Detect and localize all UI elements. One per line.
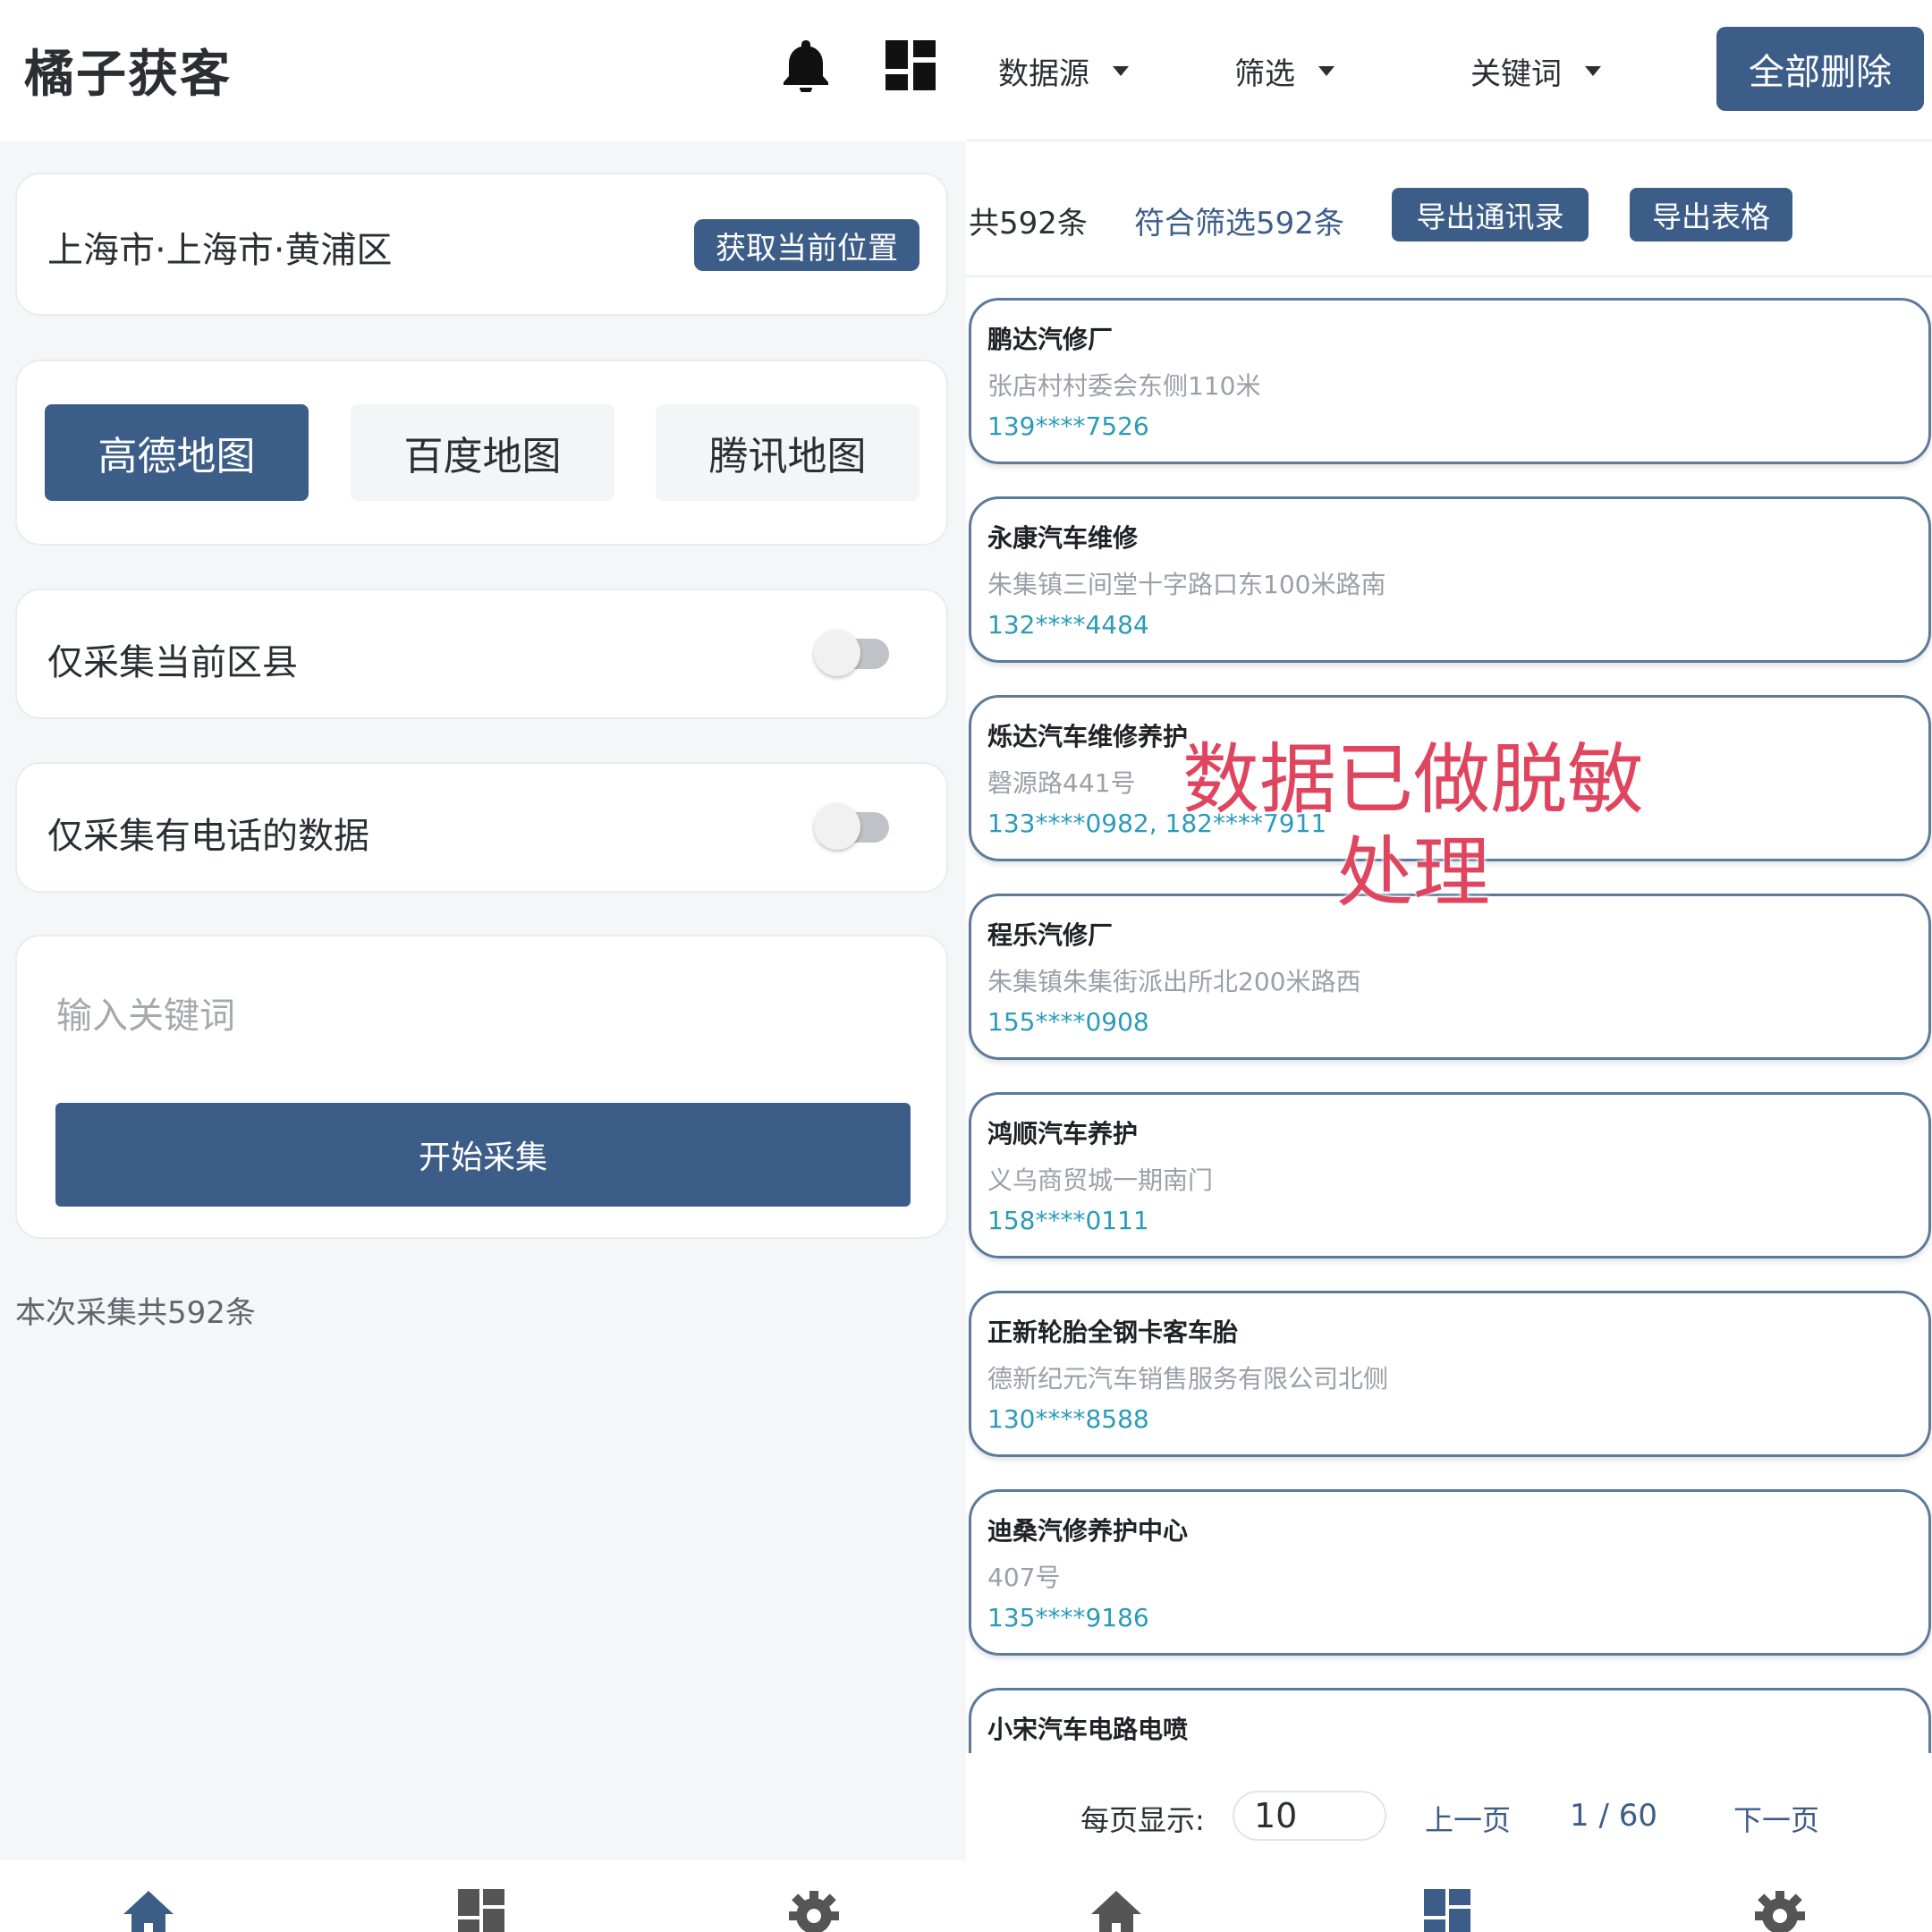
per-page-input[interactable]: 10	[1233, 1791, 1386, 1841]
item-address: 张店村村委会东侧110米	[987, 371, 1261, 401]
start-collect-button[interactable]: 开始采集	[55, 1103, 911, 1207]
toggle-label-district: 仅采集当前区县	[47, 642, 298, 683]
filter-bar: 数据源 筛选 关键词 全部删除	[966, 0, 1932, 141]
item-name: 程乐汽修厂	[987, 920, 1114, 950]
dashboard-icon[interactable]	[454, 1887, 508, 1932]
gear-icon[interactable]	[787, 1887, 841, 1932]
get-location-button[interactable]: 获取当前位置	[694, 219, 919, 271]
privacy-watermark: 数据已做脱敏处理	[1182, 735, 1644, 918]
map-source-baidu[interactable]: 百度地图	[351, 404, 614, 501]
item-address: 朱集镇朱集街派出所北200米路西	[987, 967, 1361, 996]
app-title: 橘子获客	[24, 46, 232, 104]
total-count: 共592条	[969, 206, 1088, 242]
export-contacts-button[interactable]: 导出通讯录	[1392, 188, 1589, 242]
item-phone[interactable]: 135****9186	[987, 1603, 1149, 1632]
item-name: 永康汽车维修	[987, 523, 1139, 553]
collect-summary: 本次采集共592条	[15, 1295, 256, 1331]
item-address: 磬源路441号	[987, 768, 1136, 798]
toggle-row-district: 仅采集当前区县	[15, 589, 948, 719]
bell-icon[interactable]	[776, 36, 835, 95]
home-icon[interactable]	[1089, 1887, 1143, 1932]
filter-label: 筛选	[1234, 56, 1295, 92]
bottom-nav	[966, 1860, 1932, 1932]
data-source-label: 数据源	[998, 56, 1089, 92]
app-header: 橘子获客	[0, 0, 966, 141]
item-phone[interactable]: 158****0111	[987, 1206, 1149, 1235]
item-name: 鹏达汽修厂	[987, 325, 1114, 354]
list-item[interactable]: 正新轮胎全钢卡客车胎 德新纪元汽车销售服务有限公司北侧 130****8588	[969, 1291, 1931, 1457]
item-address: 德新纪元汽车销售服务有限公司北侧	[987, 1364, 1389, 1394]
toggle-knob	[814, 803, 860, 850]
next-page-button[interactable]: 下一页	[1733, 1798, 1819, 1839]
list-item[interactable]: 永康汽车维修 朱集镇三间堂十字路口东100米路南 132****4484	[969, 496, 1931, 663]
item-phone[interactable]: 132****4484	[987, 610, 1149, 640]
item-phone[interactable]: 130****8588	[987, 1404, 1149, 1434]
export-table-button[interactable]: 导出表格	[1630, 188, 1792, 242]
map-source-tencent[interactable]: 腾讯地图	[656, 404, 919, 501]
item-address: 407号	[987, 1563, 1061, 1592]
item-phone[interactable]: 139****7526	[987, 411, 1149, 441]
item-address: 朱集镇三间堂十字路口东100米路南	[987, 570, 1386, 599]
pagination: 每页显示: 10 上一页 1 / 60 下一页	[966, 1755, 1932, 1860]
result-list: 鹏达汽修厂 张店村村委会东侧110米 139****7526 永康汽车维修 朱集…	[966, 295, 1932, 1753]
filter-dropdown[interactable]: 筛选	[1234, 49, 1335, 93]
item-phone[interactable]: 155****0908	[987, 1007, 1149, 1037]
prev-page-button[interactable]: 上一页	[1425, 1798, 1511, 1839]
matched-count: 符合筛选592条	[1134, 206, 1344, 242]
toggle-knob	[814, 630, 860, 676]
data-source-dropdown[interactable]: 数据源	[998, 49, 1129, 93]
keyword-dropdown[interactable]: 关键词	[1470, 49, 1601, 93]
toggle-label-phone: 仅采集有电话的数据	[47, 816, 369, 857]
item-name: 小宋汽车电路电喷	[987, 1715, 1189, 1744]
location-card: 上海市·上海市·黄浦区 获取当前位置	[15, 173, 948, 316]
keyword-card: 开始采集	[15, 935, 948, 1239]
map-source-gaode[interactable]: 高德地图	[45, 404, 309, 501]
district-only-toggle[interactable]	[814, 630, 893, 676]
map-source-card: 高德地图 百度地图 腾讯地图	[15, 360, 948, 546]
item-name: 正新轮胎全钢卡客车胎	[987, 1318, 1239, 1347]
collect-screen: 橘子获客 上海市·上海市·黄浦区 获取当前位置 高德地图 百度地图 腾讯地图 仅…	[0, 0, 966, 1932]
dashboard-icon[interactable]	[1420, 1887, 1474, 1932]
page-indicator: 1 / 60	[1570, 1798, 1657, 1834]
item-name: 鸿顺汽车养护	[987, 1119, 1139, 1148]
phone-only-toggle[interactable]	[814, 803, 893, 850]
item-address: 义乌商贸城一期南门	[987, 1165, 1214, 1195]
screenshot-root: 橘子获客 上海市·上海市·黄浦区 获取当前位置 高德地图 百度地图 腾讯地图 仅…	[0, 0, 1932, 1932]
keyword-input[interactable]	[56, 985, 861, 1047]
list-item[interactable]: 迪桑汽修养护中心 407号 135****9186	[969, 1489, 1931, 1656]
item-name: 迪桑汽修养护中心	[987, 1516, 1189, 1546]
home-icon[interactable]	[122, 1887, 175, 1932]
list-item[interactable]: 鹏达汽修厂 张店村村委会东侧110米 139****7526	[969, 298, 1931, 464]
list-item[interactable]: 鸿顺汽车养护 义乌商贸城一期南门 158****0111	[969, 1092, 1931, 1258]
count-bar: 共592条 符合筛选592条 导出通讯录 导出表格	[966, 143, 1932, 277]
delete-all-button[interactable]: 全部删除	[1716, 27, 1924, 111]
toggle-row-phone: 仅采集有电话的数据	[15, 762, 948, 893]
caret-down-icon	[1318, 66, 1335, 76]
bottom-nav	[0, 1860, 966, 1932]
per-page-label: 每页显示:	[1080, 1803, 1205, 1837]
keyword-label: 关键词	[1470, 56, 1562, 92]
caret-down-icon	[1585, 66, 1601, 76]
gear-icon[interactable]	[1753, 1887, 1807, 1932]
list-item[interactable]: 小宋汽车电路电喷	[969, 1688, 1931, 1753]
caret-down-icon	[1113, 66, 1129, 76]
item-name: 烁达汽车维修养护	[987, 722, 1189, 751]
results-screen: 数据源 筛选 关键词 全部删除 共592条 符合筛选592条 导出通讯录 导出表…	[966, 0, 1932, 1932]
current-location: 上海市·上海市·黄浦区	[47, 230, 393, 271]
dashboard-icon[interactable]	[881, 36, 940, 95]
